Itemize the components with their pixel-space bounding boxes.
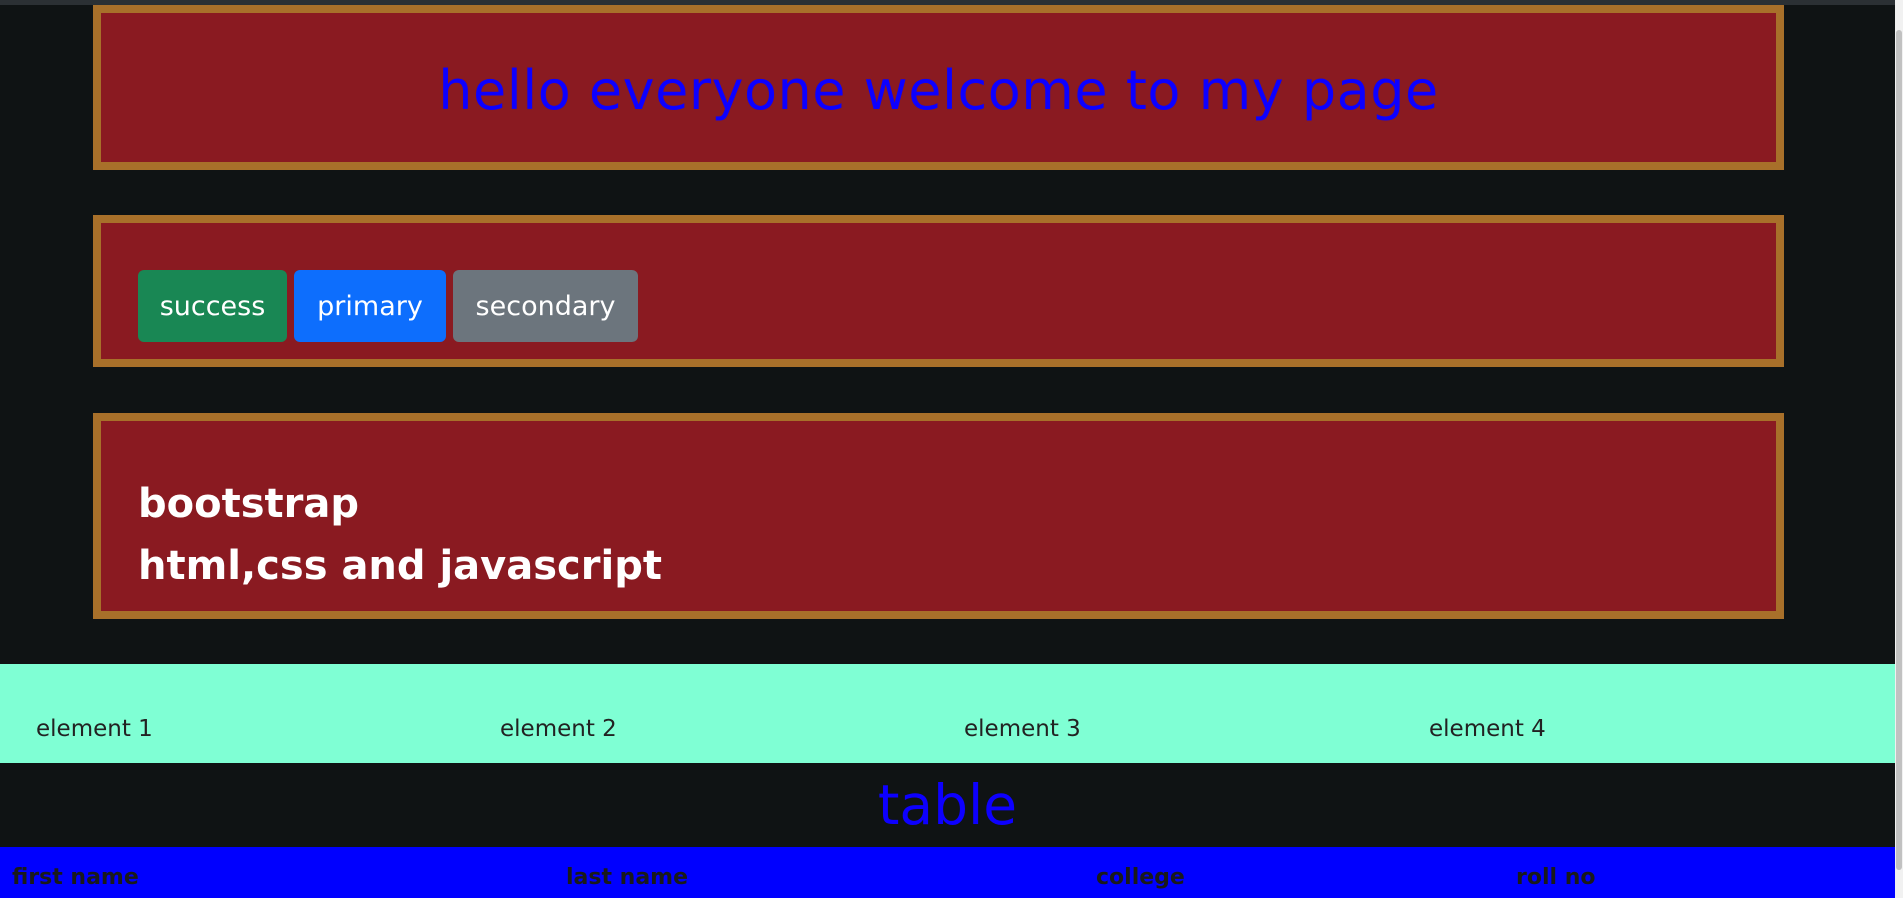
text-lines: bootstrap html,css and javascript [138, 473, 662, 597]
element-item-2: element 2 [500, 716, 617, 742]
element-item-3: element 3 [964, 716, 1081, 742]
element-item-4: element 4 [1429, 716, 1546, 742]
text-panel: bootstrap html,css and javascript [93, 413, 1784, 619]
text-line-html-css-js: html,css and javascript [138, 543, 662, 589]
page-title: hello everyone welcome to my page [438, 59, 1439, 122]
column-header-college: college [1096, 865, 1185, 890]
success-button[interactable]: success [138, 270, 287, 342]
page: hello everyone welcome to my page succes… [0, 0, 1895, 898]
vertical-scrollbar[interactable] [1895, 0, 1903, 898]
text-line-bootstrap: bootstrap [138, 481, 359, 527]
buttons-panel: success primary secondary [93, 215, 1784, 367]
table-heading: table [877, 773, 1018, 837]
column-header-last-name: last name [566, 865, 689, 890]
column-header-roll-no: roll no [1516, 865, 1596, 890]
secondary-button[interactable]: secondary [453, 270, 638, 342]
primary-button[interactable]: primary [294, 270, 446, 342]
elements-row: element 1 element 2 element 3 element 4 [0, 664, 1895, 763]
element-item-1: element 1 [36, 716, 153, 742]
column-header-first-name: first name [12, 865, 139, 890]
scrollbar-thumb[interactable] [1896, 30, 1902, 870]
table-header-row: first name last name college roll no [0, 847, 1895, 898]
button-group: success primary secondary [138, 270, 638, 342]
title-panel: hello everyone welcome to my page [93, 5, 1784, 170]
